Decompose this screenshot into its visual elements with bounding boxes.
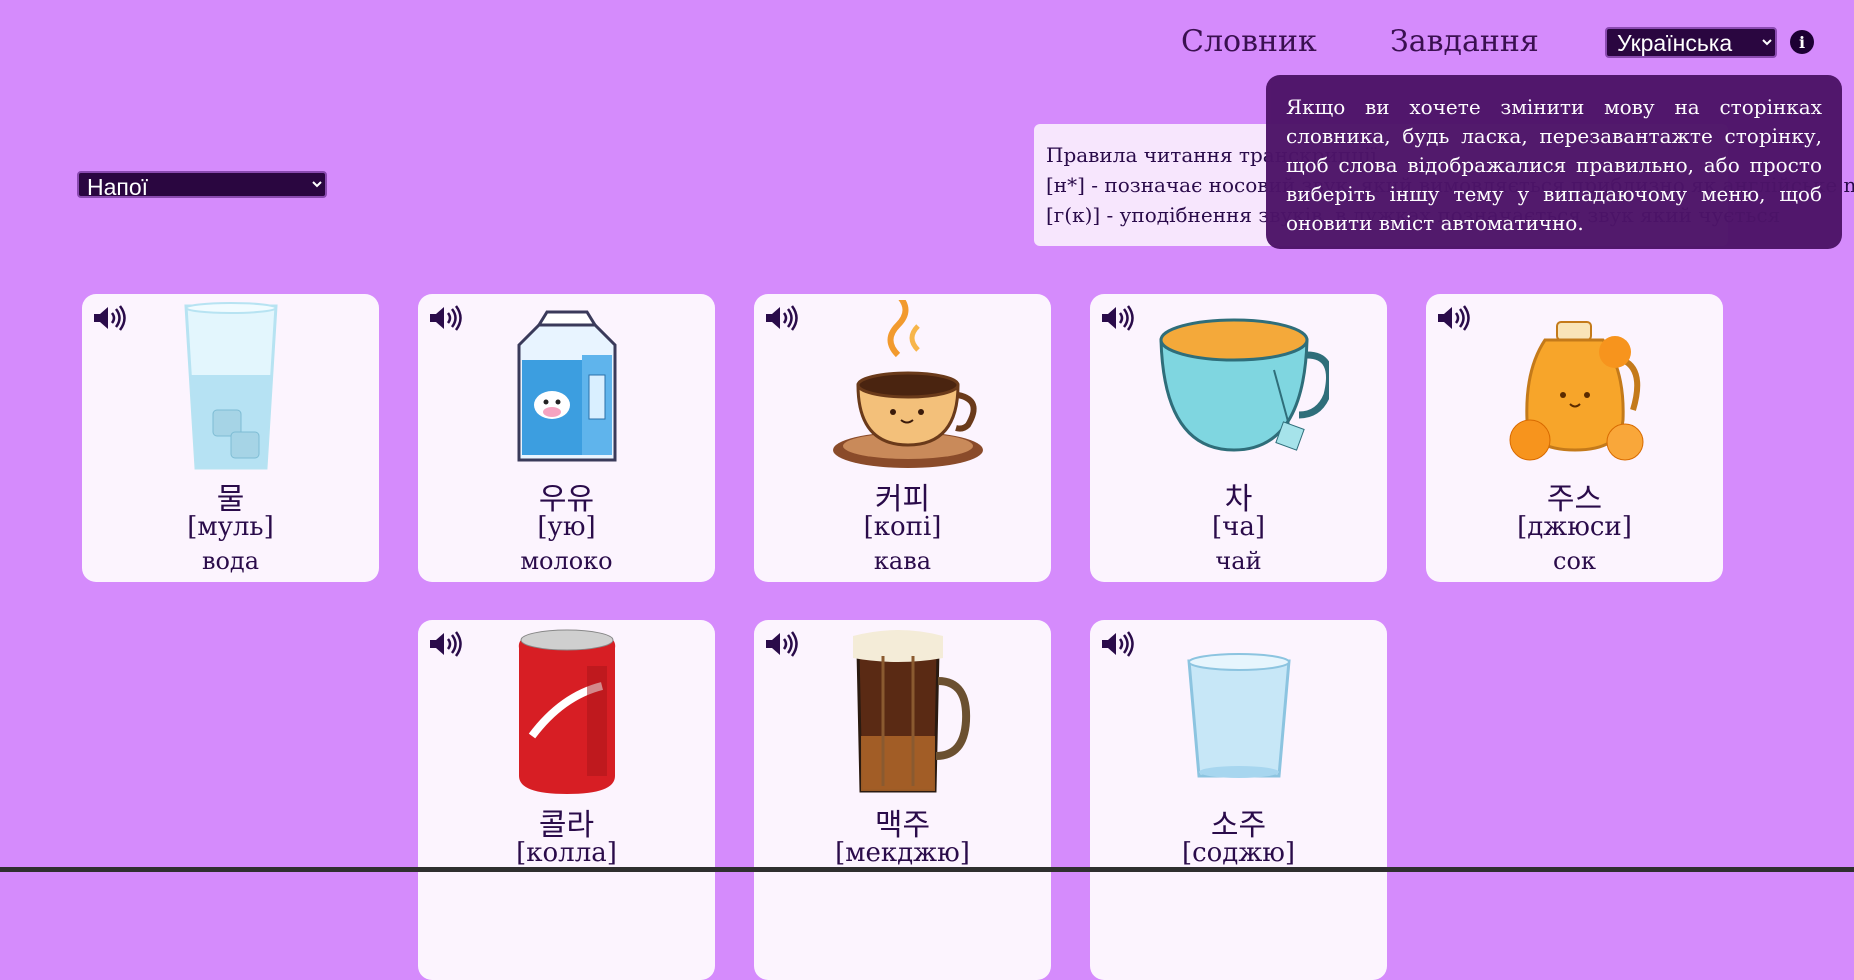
word-card: 소주 [соджю] — [1090, 620, 1387, 980]
topic-select[interactable]: Напої — [77, 171, 327, 198]
card-transliteration: [джюси] — [1517, 512, 1632, 542]
card-translation: молоко — [520, 547, 613, 575]
juice-jug-icon — [1509, 321, 1643, 461]
word-card: 주스 [джюси] сок — [1426, 294, 1723, 582]
card-translation: вода — [201, 547, 260, 575]
speaker-icon[interactable] — [1436, 304, 1470, 332]
word-card: 우유 [ую] молоко — [418, 294, 715, 582]
speaker-icon[interactable] — [428, 304, 462, 332]
tea-cup-icon — [1158, 318, 1329, 452]
word-card: 콜라 [колла] — [418, 620, 715, 980]
speaker-icon[interactable] — [764, 304, 798, 332]
water-glass-icon — [183, 302, 278, 470]
speaker-icon[interactable] — [428, 630, 462, 658]
nav-tasks-link[interactable]: Завдання — [1390, 24, 1539, 59]
beer-mug-icon — [852, 630, 970, 793]
card-translation: кава — [873, 547, 932, 575]
word-card: 차 [ча] чай — [1090, 294, 1387, 582]
coffee-cup-icon — [832, 300, 983, 468]
milk-carton-icon — [517, 310, 616, 462]
language-select[interactable]: Українська — [1605, 27, 1777, 58]
nav-dictionary-link[interactable]: Словник — [1181, 24, 1317, 59]
window-bottom-border — [0, 867, 1854, 872]
card-transliteration: [копі] — [863, 512, 942, 542]
card-transliteration: [ча] — [1212, 512, 1265, 542]
info-icon[interactable]: i — [1790, 30, 1814, 54]
word-card: 물 [муль] вода — [82, 294, 379, 582]
card-transliteration: [ую] — [537, 512, 596, 542]
soju-glass-icon — [1186, 653, 1291, 778]
card-translation: сок — [1553, 547, 1596, 575]
speaker-icon[interactable] — [92, 304, 126, 332]
card-translation: чай — [1215, 547, 1262, 575]
speaker-icon[interactable] — [1100, 630, 1134, 658]
card-transliteration: [мекджю] — [835, 838, 970, 868]
word-card: 커피 [копі] кава — [754, 294, 1051, 582]
card-transliteration: [муль] — [187, 512, 274, 542]
speaker-icon[interactable] — [1100, 304, 1134, 332]
word-card: 맥주 [мекджю] — [754, 620, 1051, 980]
card-transliteration: [колла] — [516, 838, 617, 868]
card-transliteration: [соджю] — [1181, 838, 1296, 868]
language-info-tooltip: Якщо ви хочете змінити мову на сторінках… — [1266, 75, 1842, 249]
cola-can-icon — [518, 629, 615, 794]
speaker-icon[interactable] — [764, 630, 798, 658]
